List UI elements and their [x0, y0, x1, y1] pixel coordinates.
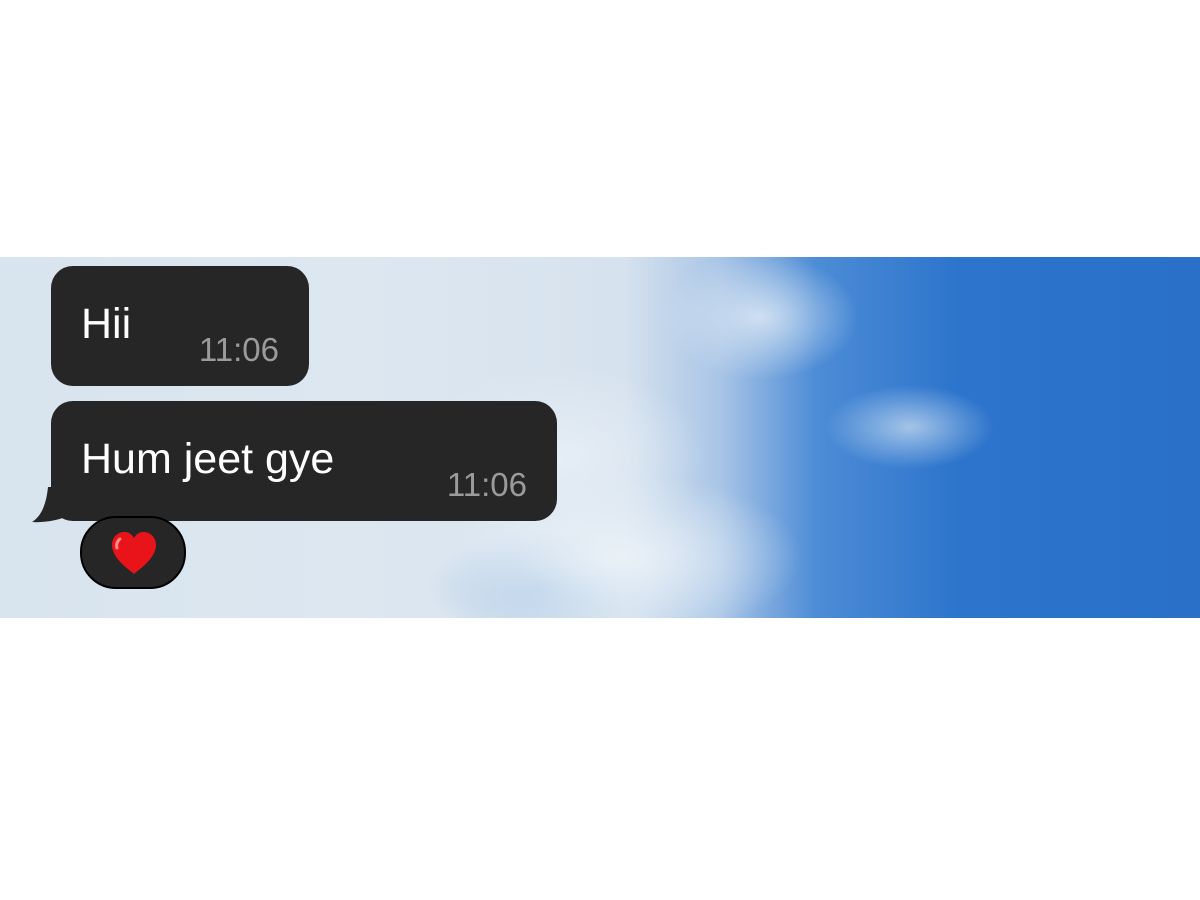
message-bubble[interactable]: Hii 11:06	[51, 266, 309, 386]
message-text: Hii	[81, 300, 132, 348]
page: Hii 11:06 Hum jeet gye 11:06	[0, 0, 1200, 900]
message-timestamp: 11:06	[198, 331, 279, 368]
message-text: Hum jeet gye	[81, 435, 335, 483]
heart-icon	[112, 532, 156, 574]
chat-area: Hii 11:06 Hum jeet gye 11:06	[0, 257, 1200, 618]
message-bubble[interactable]: Hum jeet gye 11:06	[51, 401, 557, 521]
message-timestamp: 11:06	[446, 466, 527, 503]
reaction-badge[interactable]	[80, 516, 186, 589]
